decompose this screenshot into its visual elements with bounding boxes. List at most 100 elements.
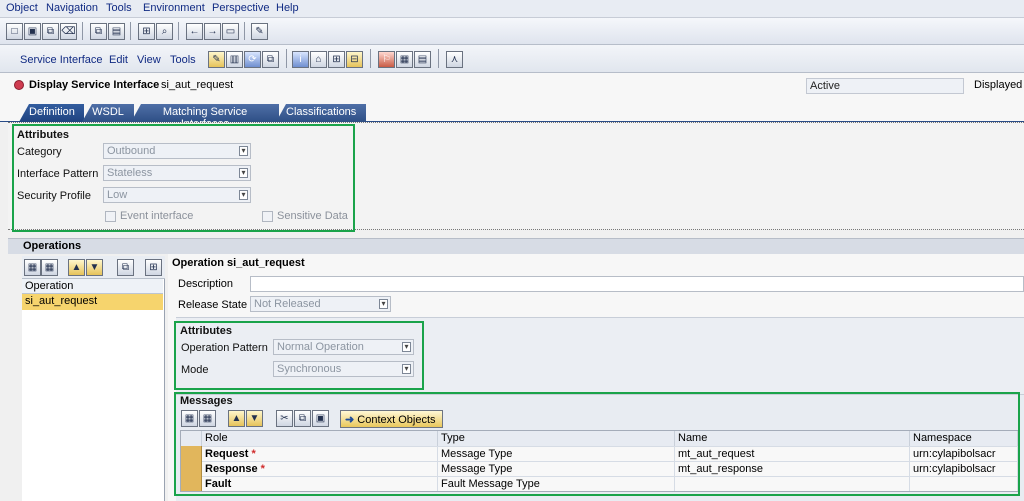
- namespace-cell: urn:cylapibolsacr: [910, 446, 1018, 461]
- operations-header: [8, 238, 1024, 254]
- display-status-icon: [14, 80, 24, 90]
- delete-icon[interactable]: ⌫: [60, 23, 77, 40]
- where-used-icon[interactable]: ⌂: [310, 51, 327, 68]
- edit-icon[interactable]: ✎: [208, 51, 225, 68]
- toolbar-copy-icon[interactable]: ⧉: [90, 23, 107, 40]
- chevron-down-icon: ▾: [402, 342, 411, 352]
- message-move-up-icon[interactable]: ▲: [228, 410, 245, 427]
- messages-heading: Messages: [180, 395, 233, 407]
- release-state-select[interactable]: Not Released ▾: [250, 296, 391, 312]
- release-state-label: Release State: [178, 299, 248, 311]
- table-row[interactable]: Fault: [202, 476, 438, 491]
- move-up-icon[interactable]: ▲: [68, 259, 85, 276]
- new-icon[interactable]: □: [6, 23, 23, 40]
- info-icon[interactable]: i: [292, 51, 309, 68]
- insert-row-icon[interactable]: ▦: [24, 259, 41, 276]
- object-name: si_aut_request: [161, 79, 234, 91]
- menu-view[interactable]: View: [137, 54, 161, 66]
- arrow-right-icon: ➜: [345, 414, 358, 426]
- chevron-down-icon: ▾: [239, 168, 248, 178]
- menu-tools-secondary[interactable]: Tools: [170, 54, 196, 66]
- chevron-down-icon: ▾: [239, 146, 248, 156]
- mode-select[interactable]: Synchronous ▾: [273, 361, 414, 377]
- toolbar-window-icon[interactable]: ▤: [108, 23, 125, 40]
- menu-perspective[interactable]: Perspective: [212, 2, 269, 14]
- tab-definition[interactable]: Definition: [19, 104, 84, 122]
- operation-pattern-label: Operation Pattern: [181, 342, 268, 354]
- row-selector[interactable]: [181, 461, 202, 476]
- display-icon[interactable]: ▭: [222, 23, 239, 40]
- move-down-icon[interactable]: ▼: [86, 259, 103, 276]
- operation-column-header: Operation: [25, 280, 74, 292]
- save-icon[interactable]: ▥: [226, 51, 243, 68]
- messages-table: Role Type Name Namespace Request * Messa…: [180, 430, 1018, 492]
- transport-icon[interactable]: ✎: [251, 23, 268, 40]
- sensitive-data-checkbox[interactable]: [262, 211, 273, 222]
- cut-icon[interactable]: ✂: [276, 410, 293, 427]
- interface-pattern-select[interactable]: Stateless ▾: [103, 165, 251, 181]
- description-field[interactable]: [250, 276, 1024, 292]
- menu-navigation[interactable]: Navigation: [46, 2, 98, 14]
- mode-label: Mode: [181, 364, 209, 376]
- category-select[interactable]: Outbound ▾: [103, 143, 251, 159]
- message-name-cell: mt_aut_response: [675, 461, 910, 476]
- event-interface-checkbox[interactable]: [105, 211, 116, 222]
- network-icon[interactable]: ⋏: [446, 51, 463, 68]
- history-icon[interactable]: ⚐: [378, 51, 395, 68]
- row-selector[interactable]: [181, 476, 202, 491]
- menu-object[interactable]: Object: [6, 2, 38, 14]
- copy-row-icon[interactable]: ⧉: [117, 259, 134, 276]
- insert-message-row-icon[interactable]: ▦: [181, 410, 198, 427]
- toolbar-find-icon[interactable]: ⌕: [156, 23, 173, 40]
- event-interface-label: Event interface: [120, 210, 194, 222]
- menu-edit[interactable]: Edit: [109, 54, 128, 66]
- menu-tools[interactable]: Tools: [106, 2, 132, 14]
- message-move-down-icon[interactable]: ▼: [246, 410, 263, 427]
- chevron-down-icon: ▾: [402, 364, 411, 374]
- select-column-header: [181, 431, 202, 446]
- type-column-header: Type: [438, 431, 675, 446]
- sensitive-data-label: Sensitive Data: [277, 210, 348, 222]
- description-label: Description: [178, 278, 234, 290]
- namespace-cell: urn:cylapibolsacr: [910, 461, 1018, 476]
- row-selector[interactable]: [181, 446, 202, 461]
- delete-message-row-icon[interactable]: ▦: [199, 410, 216, 427]
- menu-environment[interactable]: Environment: [143, 2, 205, 14]
- tree-icon[interactable]: ⊞: [145, 259, 162, 276]
- forward-icon[interactable]: →: [204, 23, 221, 40]
- open-icon[interactable]: ▣: [24, 23, 41, 40]
- compare-icon[interactable]: ⊟: [346, 51, 363, 68]
- copy-message-icon[interactable]: ⧉: [294, 410, 311, 427]
- back-icon[interactable]: ←: [186, 23, 203, 40]
- namespace-cell: [910, 476, 1018, 491]
- displayed-label: Displayed: [974, 79, 1023, 91]
- table-icon[interactable]: ▦: [396, 51, 413, 68]
- table-row[interactable]: Response *: [202, 461, 438, 476]
- activate-icon[interactable]: ⟳: [244, 51, 261, 68]
- security-profile-label: Security Profile: [17, 190, 91, 202]
- operation-pattern-select[interactable]: Normal Operation ▾: [273, 339, 414, 355]
- operation-name: si_aut_request: [25, 295, 98, 307]
- table-row[interactable]: Request *: [202, 446, 438, 461]
- message-type-cell: Message Type: [438, 461, 675, 476]
- security-profile-select[interactable]: Low ▾: [103, 187, 251, 203]
- context-objects-button[interactable]: ➜ Context Objects: [340, 410, 443, 428]
- tab-matching-service-interfaces[interactable]: Matching Service Interfaces: [131, 104, 279, 122]
- name-column-header: Name: [675, 431, 910, 446]
- operation-list-item[interactable]: si_aut_request: [22, 294, 163, 310]
- toolbar-tree-icon[interactable]: ⊞: [138, 23, 155, 40]
- hierarchy-icon[interactable]: ⊞: [328, 51, 345, 68]
- copy-object-icon[interactable]: ⧉: [262, 51, 279, 68]
- chevron-down-icon: ▾: [239, 190, 248, 200]
- copy-icon[interactable]: ⧉: [42, 23, 59, 40]
- document-icon[interactable]: ▤: [414, 51, 431, 68]
- page-title: Display Service Interface: [29, 79, 160, 91]
- context-objects-label: Context Objects: [357, 414, 436, 426]
- tab-classifications[interactable]: Classifications: [276, 104, 366, 122]
- menu-help[interactable]: Help: [276, 2, 299, 14]
- namespace-column-header: Namespace: [910, 431, 1018, 446]
- paste-icon[interactable]: ▣: [312, 410, 329, 427]
- menu-service-interface[interactable]: Service Interface: [20, 54, 103, 66]
- operations-heading: Operations: [23, 240, 82, 252]
- delete-row-icon[interactable]: ▦: [41, 259, 58, 276]
